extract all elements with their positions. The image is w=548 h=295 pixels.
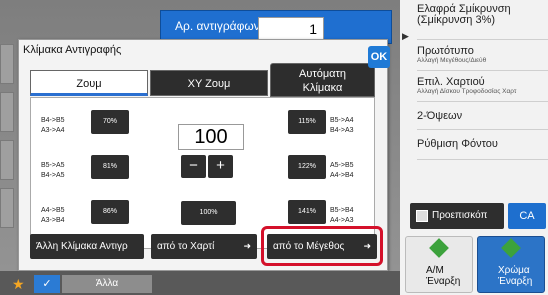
bottom-bar — [0, 271, 400, 295]
right-item-label: Ρύθμιση Φόντου — [417, 138, 498, 150]
arrow-right-icon: ➜ — [243, 241, 251, 251]
preset-86-button[interactable]: 86% — [91, 200, 129, 224]
check-icon[interactable]: ✓ — [34, 275, 60, 293]
preset-label: A4->B5 A3->B4 — [41, 207, 65, 224]
side-tab[interactable] — [0, 92, 14, 132]
right-item-label: 2-Όψεων — [417, 110, 463, 122]
from-paper-button[interactable]: από το Χαρτί ➜ — [151, 234, 257, 259]
copy-ratio-dialog: Κλίμακα Αντιγραφής Ζουμ XY Ζουμ Αυτόματη… — [18, 39, 388, 271]
right-item-slight-reduction[interactable]: Ελαφρά Σμίκρυνση (Σμίκρυνση 3%) — [417, 2, 548, 40]
preset-115-button[interactable]: 115% — [288, 110, 326, 134]
start-diamond-icon — [429, 238, 449, 258]
right-item-duplex[interactable]: 2-Όψεων — [417, 102, 548, 130]
preset-100-button[interactable]: 100% — [181, 201, 236, 225]
tab-auto-label-2: Κλίμακα — [302, 82, 343, 94]
preview-icon — [416, 210, 428, 222]
star-icon[interactable]: ★ — [12, 276, 30, 292]
tab-auto-ratio[interactable]: Αυτόματη Κλίμακα — [270, 63, 375, 97]
plus-button[interactable]: + — [208, 155, 233, 178]
ca-button[interactable]: CA — [508, 203, 546, 229]
copy-screen: Αρ. αντιγράφων 1 ▶ Ελαφρά Σμίκρυνση (Σμί… — [0, 0, 548, 295]
ok-button[interactable]: OK — [368, 46, 390, 68]
start-diamond-icon — [501, 238, 521, 258]
right-item-original[interactable]: Πρωτότυπο Αλλαγή Μεγέθους/Διεύθ — [417, 40, 548, 71]
tab-zoom[interactable]: Ζουμ — [30, 70, 148, 96]
side-tab[interactable] — [0, 44, 14, 84]
preset-70-button[interactable]: 70% — [91, 110, 129, 134]
right-item-label: Ελαφρά Σμίκρυνση (Σμίκρυνση 3%) — [417, 3, 511, 26]
preset-label: B4->B5 A3->A4 — [41, 117, 65, 134]
other-scale-button[interactable]: Άλλη Κλίμακα Αντιγρ — [30, 234, 144, 259]
right-item-background[interactable]: Ρύθμιση Φόντου — [417, 130, 548, 160]
preset-141-button[interactable]: 141% — [288, 200, 326, 224]
right-item-sub: Αλλαγή Μεγέθους/Διεύθ — [417, 57, 487, 64]
ratio-value[interactable]: 100 — [178, 124, 244, 150]
copies-label: Αρ. αντιγράφων — [175, 19, 260, 33]
from-paper-label: από το Χαρτί — [157, 241, 215, 252]
tab-auto-label-1: Αυτόματη — [299, 68, 346, 80]
preset-122-button[interactable]: 122% — [288, 155, 326, 179]
color-start-label: Χρώμα Έναρξη — [498, 265, 533, 287]
copies-input[interactable]: 1 — [258, 17, 324, 41]
right-item-paper-select[interactable]: Επιλ. Χαρτιού Αλλαγή Δίσκου Τροφοδοσίας … — [417, 71, 548, 102]
color-start-button[interactable]: Χρώμα Έναρξη — [477, 236, 545, 293]
preset-label: A5->B5 A4->B4 — [330, 162, 354, 179]
preset-81-button[interactable]: 81% — [91, 155, 129, 179]
side-tab[interactable] — [0, 188, 14, 228]
bw-start-button[interactable]: Α/Μ Έναρξη — [405, 236, 473, 293]
side-tab[interactable] — [0, 140, 14, 180]
other-button[interactable]: Άλλα — [62, 275, 152, 293]
bw-start-label: Α/Μ Έναρξη — [426, 265, 461, 287]
right-item-label: Επιλ. Χαρτιού — [417, 76, 485, 88]
play-icon: ▶ — [402, 31, 409, 41]
preset-label: B5->A5 B4->A5 — [41, 162, 65, 179]
right-item-label: Πρωτότυπο — [417, 45, 474, 57]
preview-button[interactable]: Προεπισκόπ — [410, 203, 504, 229]
preset-label: B5->B4 A4->A3 — [330, 207, 354, 224]
right-item-sub: Αλλαγή Δίσκου Τροφοδοσίας Χαρτ — [417, 88, 517, 95]
preset-label: B5->A4 B4->A3 — [330, 117, 354, 134]
tab-xy-zoom[interactable]: XY Ζουμ — [150, 70, 268, 96]
highlight-frame — [261, 226, 383, 266]
ratio-tabs: Ζουμ XY Ζουμ Αυτόματη Κλίμακα — [30, 63, 375, 97]
preview-label: Προεπισκόπ — [432, 210, 488, 221]
minus-button[interactable]: − — [181, 155, 206, 178]
dialog-title: Κλίμακα Αντιγραφής — [23, 44, 122, 56]
